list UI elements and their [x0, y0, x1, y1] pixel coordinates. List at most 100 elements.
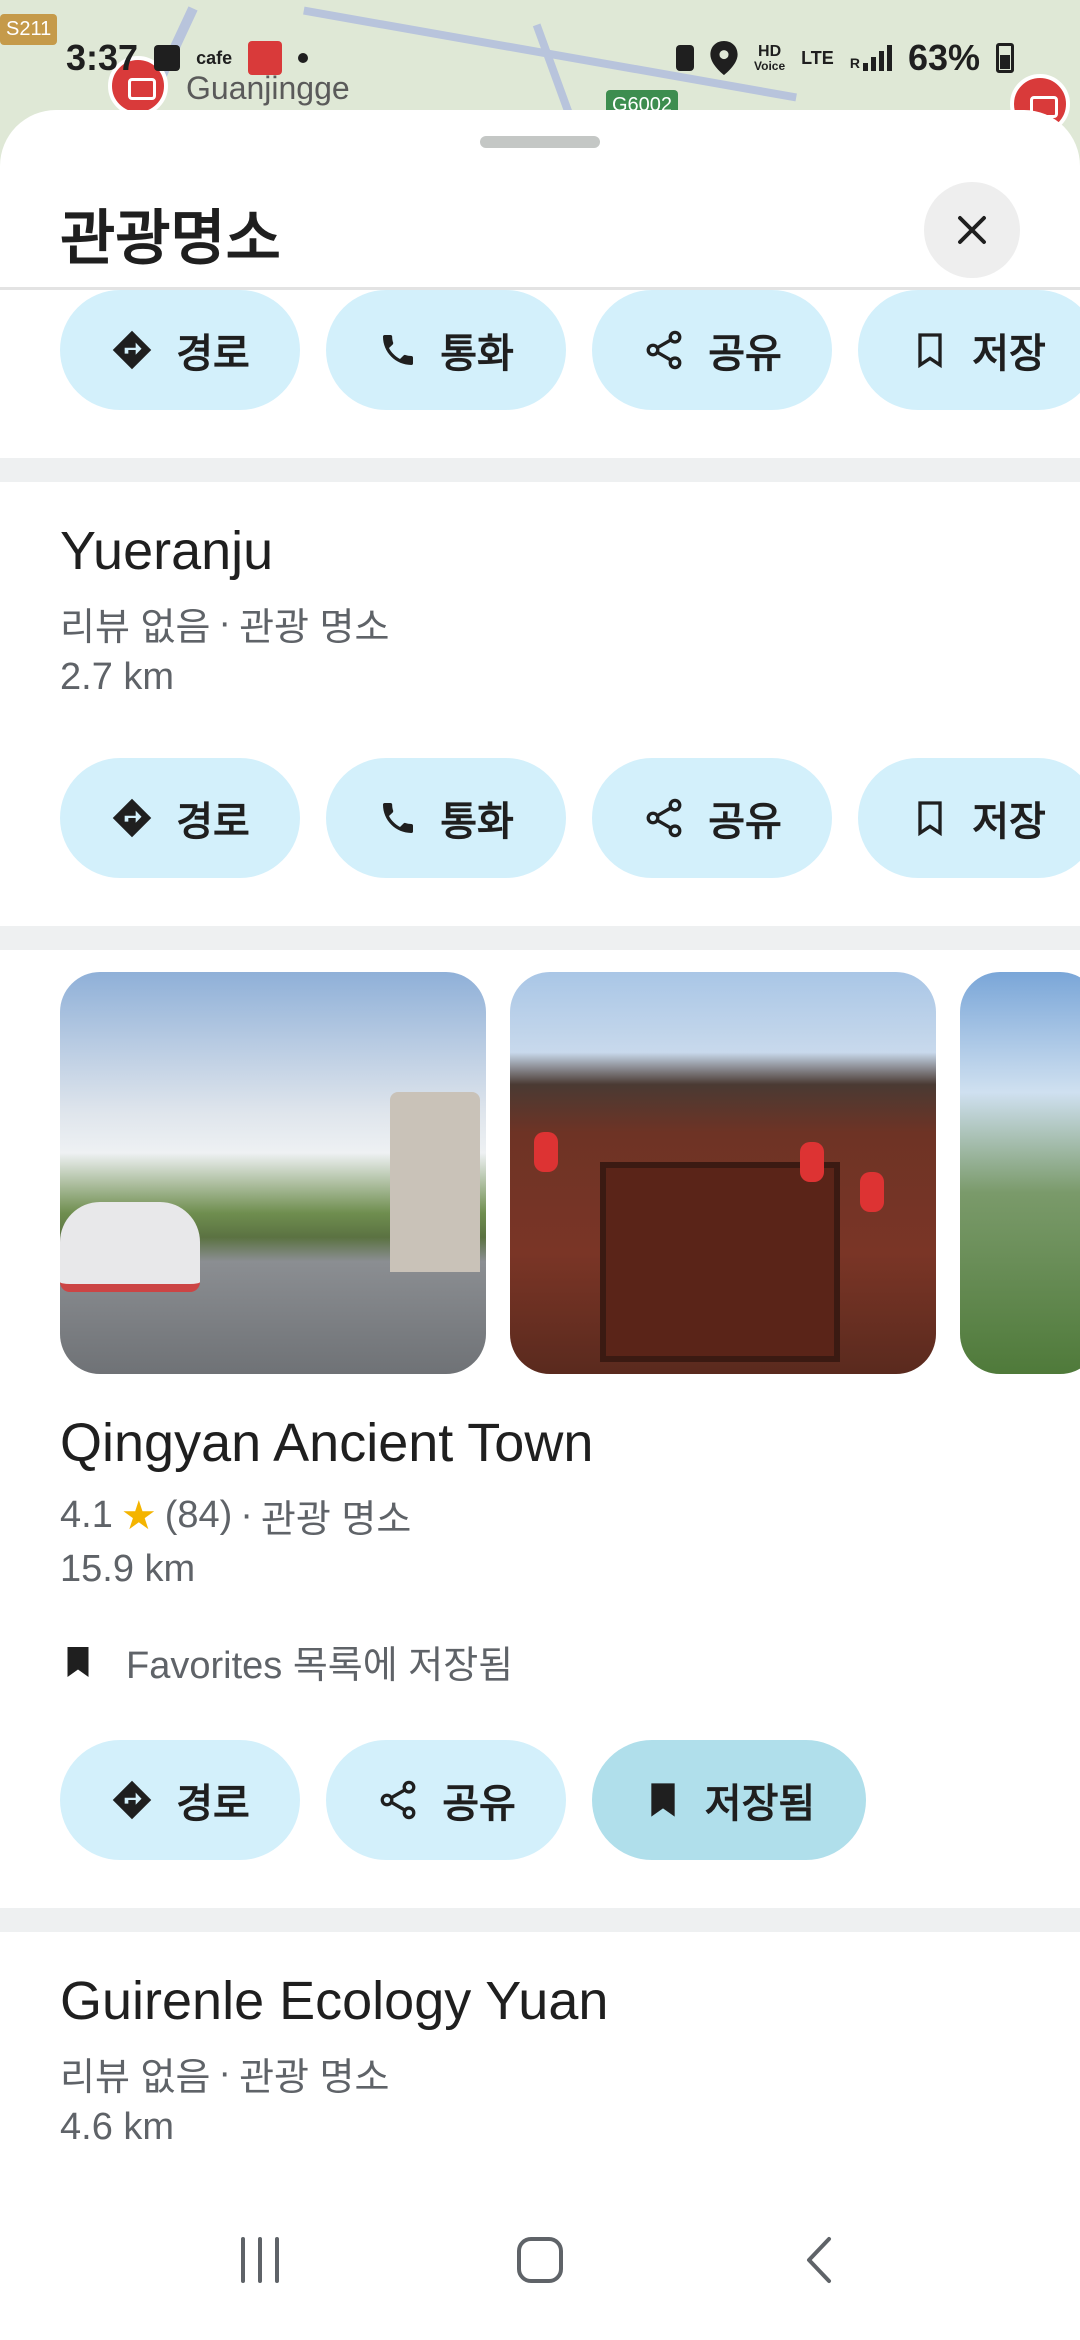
more-notifications-dot-icon: [298, 53, 309, 63]
share-label: 공유: [708, 332, 782, 376]
lantern-shape: [534, 1132, 558, 1172]
place-photo[interactable]: [510, 972, 936, 1374]
star-icon: ★: [120, 1493, 157, 1538]
place-name[interactable]: Yueranju: [60, 520, 273, 582]
share-label: 공유: [708, 800, 782, 844]
roaming-label: R: [849, 55, 860, 71]
save-button[interactable]: 저장: [858, 290, 1080, 410]
status-bar: 3:37 cafe HD Voice LTE R 63%: [0, 28, 1080, 88]
back-icon[interactable]: [795, 2235, 845, 2285]
sculpture-shape: [60, 1202, 200, 1292]
gate-shape: [390, 1092, 480, 1272]
directions-label: 경로: [176, 1782, 250, 1826]
share-label: 공유: [442, 1782, 516, 1826]
lantern-shape: [800, 1142, 824, 1182]
battery-percent: 63%: [907, 37, 980, 78]
list-separator: [0, 926, 1080, 950]
phone-icon: [383, 803, 414, 833]
share-button[interactable]: 공유: [592, 290, 832, 410]
list-separator: [0, 458, 1080, 482]
call-button[interactable]: 통화: [326, 290, 566, 410]
status-right: HD Voice LTE R 63%: [676, 37, 1014, 79]
list-separator: [0, 1908, 1080, 1932]
place-photo[interactable]: [60, 972, 486, 1374]
voice-label: Voice: [754, 59, 786, 73]
action-row-qingyan: 경로 공유 저장됨: [60, 1740, 866, 1860]
sheet-title: 관광명소: [60, 205, 281, 272]
saved-list-note: Favorites 목록에 저장됨: [60, 1634, 513, 1689]
meta-separator: ·: [240, 1494, 253, 1536]
signal-icon: R: [850, 45, 892, 71]
share-icon: [646, 798, 682, 838]
meta-separator: ·: [218, 602, 232, 644]
save-label: 저장: [972, 800, 1046, 844]
action-row-yueranju: 경로 통화 공유 저장: [60, 758, 1080, 878]
bookmark-filled-icon: [67, 1646, 89, 1677]
place-category: 관광 명소: [239, 607, 390, 649]
sheet-header: 관광명소: [0, 170, 1080, 290]
review-status: 리뷰 없음: [60, 607, 211, 649]
close-icon: [958, 216, 986, 244]
share-button[interactable]: 공유: [326, 1740, 566, 1860]
status-left: 3:37 cafe: [66, 37, 309, 79]
review-status: 리뷰 없음: [60, 2057, 211, 2099]
place-meta: 리뷰 없음 · 관광 명소: [60, 596, 389, 651]
bookmark-outline-icon: [918, 801, 942, 837]
directions-icon: [112, 330, 152, 370]
place-name[interactable]: Guirenle Ecology Yuan: [60, 1970, 608, 2032]
place-distance: 4.6 km: [60, 2106, 175, 2148]
home-icon[interactable]: [515, 2235, 565, 2285]
share-icon: [380, 1780, 416, 1820]
hd-voice-indicator: HD Voice: [754, 43, 786, 73]
cafe-notification-label: cafe: [196, 47, 233, 68]
saved-button[interactable]: 저장됨: [592, 1740, 866, 1860]
share-icon: [646, 330, 682, 370]
rating-value: 4.1: [60, 1494, 113, 1536]
call-label: 통화: [440, 332, 514, 376]
place-name[interactable]: Qingyan Ancient Town: [60, 1412, 593, 1474]
photo-carousel[interactable]: [60, 972, 1080, 1374]
hd-label: HD: [758, 43, 782, 60]
door-shape: [600, 1162, 840, 1362]
place-category: 관광 명소: [260, 1499, 412, 1541]
directions-button[interactable]: 경로: [60, 290, 300, 410]
directions-label: 경로: [176, 332, 250, 376]
action-row-previous: 경로 통화 공유 저장: [60, 290, 1080, 410]
battery-icon: [996, 43, 1014, 73]
directions-button[interactable]: 경로: [60, 1740, 300, 1860]
drag-handle[interactable]: [480, 136, 600, 148]
bookmark-filled-icon: [651, 1783, 675, 1817]
app-notification-icon: [248, 41, 283, 75]
place-meta: 4.1 ★ (84) · 관광 명소: [60, 1488, 411, 1543]
bookmark-outline-icon: [918, 333, 942, 369]
sim-icon: [676, 45, 695, 71]
call-button[interactable]: 통화: [326, 758, 566, 878]
place-meta: 리뷰 없음 · 관광 명소: [60, 2046, 389, 2101]
directions-button[interactable]: 경로: [60, 758, 300, 878]
directions-label: 경로: [176, 800, 250, 844]
lantern-shape: [860, 1172, 884, 1212]
directions-icon: [112, 798, 152, 838]
location-icon: [710, 41, 738, 75]
places-sheet: 관광명소 경로 통화 공유 저장 Yueranju 리뷰 없음 · 관광 명소 …: [0, 110, 1080, 2340]
save-button[interactable]: 저장: [858, 758, 1080, 878]
gallery-icon: [154, 45, 181, 71]
recent-apps-icon[interactable]: [235, 2235, 285, 2285]
saved-label: 저장됨: [704, 1782, 816, 1826]
phone-icon: [383, 335, 414, 365]
close-button[interactable]: [924, 182, 1020, 278]
place-distance: 2.7 km: [60, 656, 175, 698]
save-label: 저장: [972, 332, 1046, 376]
place-category: 관광 명소: [239, 2057, 390, 2099]
meta-separator: ·: [218, 2052, 232, 2094]
status-time: 3:37: [66, 37, 139, 78]
lte-label: LTE: [801, 47, 834, 68]
place-distance: 15.9 km: [60, 1548, 196, 1590]
review-count: (84): [164, 1494, 233, 1536]
directions-icon: [112, 1780, 152, 1820]
share-button[interactable]: 공유: [592, 758, 832, 878]
saved-note-text: Favorites 목록에 저장됨: [126, 1645, 514, 1687]
call-label: 통화: [440, 800, 514, 844]
place-photo[interactable]: [960, 972, 1080, 1374]
system-nav-bar: [0, 2180, 1080, 2340]
